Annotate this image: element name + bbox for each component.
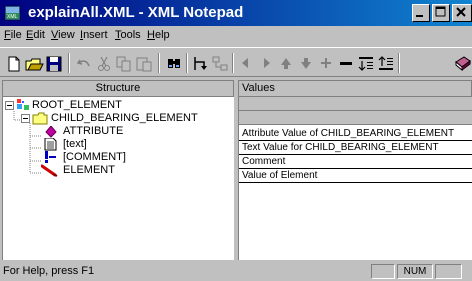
- menu-bar: File Edit View Insert Tools Help: [0, 27, 472, 45]
- tree-node-label: CHILD_BEARING_ELEMENT: [51, 112, 198, 124]
- save-button[interactable]: [44, 54, 64, 73]
- title-bar[interactable]: XML explainAll.XML - XML Notepad: [0, 0, 472, 26]
- value-cell[interactable]: [239, 97, 472, 111]
- collapse-all-button[interactable]: [376, 54, 396, 73]
- toolbar-separator: [158, 53, 160, 73]
- insert-node-icon: [194, 57, 207, 70]
- toolbar-separator: [186, 53, 188, 73]
- collapse-icon: [340, 62, 352, 65]
- toolbar-separator: [398, 53, 400, 73]
- minimize-button[interactable]: [412, 4, 430, 22]
- toolbar-separator: [232, 53, 234, 73]
- value-cell[interactable]: [239, 111, 472, 125]
- close-button[interactable]: [452, 4, 472, 22]
- folder-icon: [32, 112, 48, 125]
- move-up-icon: [281, 58, 291, 69]
- open-icon: [25, 58, 44, 71]
- cut-icon: [98, 56, 110, 71]
- structure-pane[interactable]: Structure ROOT_ELEMENT CHILD_BEARING_ELE…: [2, 80, 234, 260]
- undo-icon: [76, 59, 90, 67]
- copy-button[interactable]: [114, 54, 134, 73]
- paste-button[interactable]: [134, 54, 154, 73]
- expand-icon: [321, 58, 331, 68]
- move-left-icon: [242, 58, 248, 68]
- structure-column-header[interactable]: Structure: [3, 81, 234, 97]
- collapse-toggle-icon[interactable]: [21, 114, 30, 123]
- tree-node-label: [COMMENT]: [63, 151, 126, 163]
- tree-node-label: ROOT_ELEMENT: [32, 99, 122, 111]
- open-button[interactable]: [24, 54, 44, 73]
- help-book-icon: [455, 56, 471, 72]
- menu-access-key: F: [4, 29, 11, 41]
- tree-node-label: [text]: [63, 138, 87, 150]
- svg-text:XML: XML: [7, 14, 18, 20]
- new-button[interactable]: [4, 54, 24, 73]
- find-icon: [168, 59, 180, 68]
- expand-button[interactable]: [316, 54, 336, 73]
- status-message: For Help, press F1: [3, 265, 95, 277]
- root-element-icon: [17, 99, 29, 110]
- value-cell-element[interactable]: Value of Element: [239, 169, 472, 183]
- value-cell-text[interactable]: Text Value for CHILD_BEARING_ELEMENT: [239, 141, 472, 155]
- menu-tools[interactable]: Tools: [115, 29, 141, 41]
- insert-child-icon: [212, 56, 228, 71]
- values-column-header[interactable]: Values: [239, 81, 472, 97]
- copy-icon: [116, 56, 131, 72]
- insert-node-button[interactable]: [190, 54, 210, 73]
- menu-access-key: V: [51, 29, 59, 41]
- collapse-toggle-icon[interactable]: [5, 101, 14, 110]
- move-right-icon: [264, 58, 270, 68]
- attribute-diamond-icon: [45, 126, 57, 138]
- menu-help[interactable]: Help: [147, 29, 170, 41]
- collapse-button[interactable]: [336, 54, 356, 73]
- toolbar: [0, 47, 472, 77]
- menu-access-key: E: [26, 29, 34, 41]
- expand-all-button[interactable]: [356, 54, 376, 73]
- move-right-button[interactable]: [256, 54, 276, 73]
- paste-icon: [136, 57, 152, 72]
- window-title: explainAll.XML - XML Notepad: [28, 4, 244, 21]
- move-down-icon: [301, 58, 311, 69]
- status-indicator-caps: [371, 264, 395, 279]
- new-icon: [8, 56, 20, 72]
- maximize-button[interactable]: [432, 4, 450, 22]
- save-icon: [46, 56, 62, 72]
- move-left-button[interactable]: [236, 54, 256, 73]
- find-button[interactable]: [164, 54, 184, 73]
- status-indicator-scroll: [435, 264, 462, 279]
- menu-view[interactable]: View: [51, 29, 75, 41]
- xml-notepad-app-icon[interactable]: XML: [4, 4, 22, 22]
- close-icon: [456, 7, 466, 17]
- collapse-all-icon: [378, 56, 393, 70]
- element-leaf-icon: [41, 164, 58, 177]
- insert-child-button[interactable]: [210, 54, 230, 73]
- minimize-icon: [416, 15, 423, 17]
- expand-all-icon: [358, 57, 373, 71]
- values-pane[interactable]: Values Attribute Value of CHILD_BEARING_…: [238, 80, 472, 260]
- menu-access-key: H: [147, 29, 155, 41]
- value-cell-comment[interactable]: Comment: [239, 155, 472, 169]
- move-down-button[interactable]: [296, 54, 316, 73]
- status-bar: For Help, press F1 NUM: [0, 262, 472, 281]
- comment-icon: [45, 151, 56, 163]
- move-up-button[interactable]: [276, 54, 296, 73]
- tree-node-label: ATTRIBUTE: [63, 125, 124, 137]
- cut-button[interactable]: [94, 54, 114, 73]
- undo-button[interactable]: [74, 54, 94, 73]
- help-button[interactable]: [452, 54, 472, 73]
- menu-insert[interactable]: Insert: [80, 29, 108, 41]
- menu-file[interactable]: File: [4, 29, 22, 41]
- menu-access-key: I: [80, 29, 84, 41]
- menu-access-key: T: [115, 29, 121, 41]
- toolbar-separator: [68, 53, 70, 73]
- value-cell-attribute[interactable]: Attribute Value of CHILD_BEARING_ELEMENT: [239, 127, 472, 141]
- menu-edit[interactable]: Edit: [26, 29, 45, 41]
- status-indicator-num: NUM: [397, 264, 433, 279]
- maximize-icon: [435, 6, 446, 17]
- tree-node-label: ELEMENT: [63, 164, 115, 176]
